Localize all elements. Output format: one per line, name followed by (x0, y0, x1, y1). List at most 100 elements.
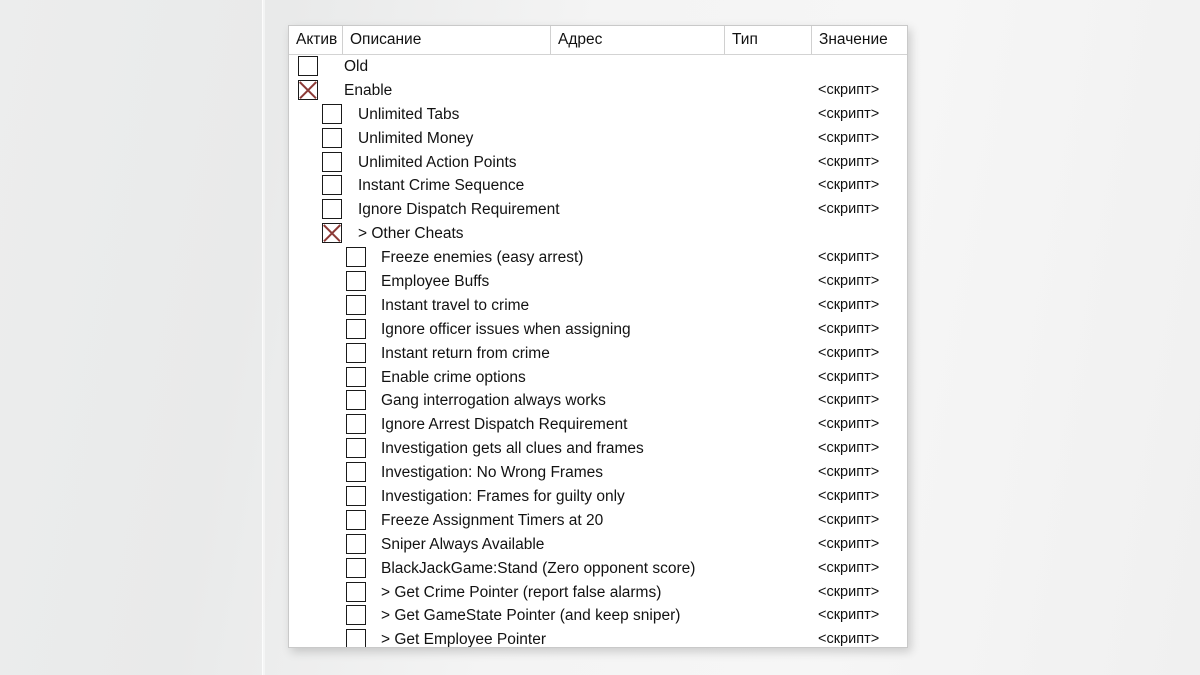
row-checkbox-cell[interactable] (346, 390, 366, 411)
table-row[interactable]: Unlimited Action Points <скрипт> (289, 151, 907, 175)
row-value: <скрипт> (818, 392, 880, 409)
table-row[interactable]: > Get Employee Pointer <скрипт> (289, 628, 907, 648)
row-value: <скрипт> (818, 631, 880, 648)
checkbox-unchecked-icon[interactable] (346, 342, 366, 363)
checkbox-unchecked-icon[interactable] (346, 581, 366, 602)
table-row[interactable]: Ignore officer issues when assigning <скр… (289, 318, 907, 342)
checkbox-unchecked-icon[interactable] (346, 247, 366, 268)
table-row[interactable]: Sniper Always Available <скрипт> (289, 533, 907, 557)
table-row[interactable]: Enable <скрипт> (289, 79, 907, 103)
row-checkbox-cell[interactable] (322, 199, 342, 220)
checkbox-unchecked-icon[interactable] (346, 533, 366, 554)
column-header-type[interactable]: Тип (724, 26, 811, 54)
row-checkbox-cell[interactable] (322, 175, 342, 196)
checkbox-unchecked-icon[interactable] (346, 414, 366, 435)
table-row[interactable]: Employee Buffs <скрипт> (289, 270, 907, 294)
row-checkbox-cell[interactable] (322, 103, 342, 124)
checkbox-unchecked-icon[interactable] (346, 462, 366, 483)
row-value: <скрипт> (818, 583, 880, 600)
table-row[interactable]: Investigation: Frames for guilty only <ск… (289, 485, 907, 509)
row-checkbox-cell[interactable] (346, 294, 366, 315)
checkbox-unchecked-icon[interactable] (346, 390, 366, 411)
checkbox-unchecked-icon[interactable] (346, 629, 366, 647)
cheat-entry-list: Old Enable <скрипт> Unlimited Tabs <скрипт> U… (289, 55, 907, 648)
checkbox-checked-icon[interactable] (298, 79, 318, 100)
row-description: Instant travel to crime (381, 296, 530, 314)
row-checkbox-cell[interactable] (346, 318, 366, 339)
checkbox-checked-icon[interactable] (322, 223, 342, 244)
checkbox-unchecked-icon[interactable] (346, 366, 366, 387)
row-checkbox-cell[interactable] (322, 223, 342, 244)
row-checkbox-cell[interactable] (346, 557, 366, 578)
checkbox-unchecked-icon[interactable] (346, 486, 366, 507)
row-checkbox-cell[interactable] (346, 533, 366, 554)
row-value: <скрипт> (818, 153, 880, 170)
row-checkbox-cell[interactable] (346, 414, 366, 435)
table-row[interactable]: Instant return from crime <скрипт> (289, 342, 907, 366)
row-checkbox-cell[interactable] (346, 629, 366, 647)
table-row[interactable]: Investigation gets all clues and frames <… (289, 437, 907, 461)
table-row[interactable]: Freeze Assignment Timers at 20 <скрипт> (289, 509, 907, 533)
checkbox-unchecked-icon[interactable] (346, 509, 366, 530)
table-row[interactable]: Unlimited Money <скрипт> (289, 127, 907, 151)
row-checkbox-cell[interactable] (322, 127, 342, 148)
row-description: Old (344, 58, 369, 75)
row-value: <скрипт> (818, 511, 880, 528)
row-value: <скрипт> (818, 607, 880, 624)
row-checkbox-cell[interactable] (346, 462, 366, 483)
table-row[interactable]: Investigation: No Wrong Frames <скрипт> (289, 461, 907, 485)
checkbox-unchecked-icon[interactable] (346, 294, 366, 315)
row-description: Ignore Dispatch Requirement (358, 201, 560, 219)
row-description: Enable (344, 81, 393, 99)
table-row[interactable]: Instant travel to crime <скрипт> (289, 294, 907, 318)
checkbox-unchecked-icon[interactable] (322, 151, 342, 172)
column-header-value[interactable]: Значение (811, 26, 907, 54)
row-value: <скрипт> (818, 296, 880, 313)
table-row[interactable]: Old (289, 55, 907, 79)
checkbox-unchecked-icon[interactable] (322, 199, 342, 220)
checkbox-unchecked-icon[interactable] (346, 557, 366, 578)
row-checkbox-cell[interactable] (346, 438, 366, 459)
row-description: Ignore Arrest Dispatch Requirement (381, 416, 628, 434)
checkbox-unchecked-icon[interactable] (322, 127, 342, 148)
table-row[interactable]: > Other Cheats (289, 222, 907, 246)
checkbox-unchecked-icon[interactable] (346, 271, 366, 292)
checkbox-unchecked-icon[interactable] (346, 438, 366, 459)
row-checkbox-cell[interactable] (298, 79, 318, 100)
table-row[interactable]: Gang interrogation always works <скрипт> (289, 389, 907, 413)
row-checkbox-cell[interactable] (346, 271, 366, 292)
column-header-address[interactable]: Адрес (550, 26, 724, 54)
table-header-row: Актив Описание Адрес Тип Значение (289, 26, 907, 55)
row-value: <скрипт> (818, 320, 880, 337)
table-row[interactable]: Ignore Arrest Dispatch Requirement <скрип… (289, 413, 907, 437)
column-header-description[interactable]: Описание (342, 26, 550, 54)
table-row[interactable]: Ignore Dispatch Requirement <скрипт> (289, 198, 907, 222)
row-checkbox-cell[interactable] (346, 366, 366, 387)
row-description: Enable crime options (381, 368, 526, 386)
table-row[interactable]: > Get Crime Pointer (report false alarms… (289, 581, 907, 605)
backdrop-seam-highlight (263, 0, 265, 675)
table-row[interactable]: Enable crime options <скрипт> (289, 366, 907, 390)
checkbox-unchecked-icon[interactable] (346, 318, 366, 339)
row-checkbox-cell[interactable] (346, 342, 366, 363)
row-value: <скрипт> (818, 81, 880, 98)
row-description: Gang interrogation always works (381, 392, 606, 410)
row-checkbox-cell[interactable] (346, 247, 366, 268)
table-row[interactable]: Unlimited Tabs <скрипт> (289, 103, 907, 127)
table-row[interactable]: > Get GameState Pointer (and keep sniper… (289, 604, 907, 628)
table-row[interactable]: Freeze enemies (easy arrest) <скрипт> (289, 246, 907, 270)
checkbox-unchecked-icon[interactable] (346, 605, 366, 626)
row-checkbox-cell[interactable] (346, 605, 366, 626)
checkbox-unchecked-icon[interactable] (322, 103, 342, 124)
row-checkbox-cell[interactable] (298, 56, 318, 76)
checkbox-unchecked-icon[interactable] (322, 175, 342, 196)
row-description: Employee Buffs (381, 273, 490, 291)
table-row[interactable]: Instant Crime Sequence <скрипт> (289, 174, 907, 198)
checkbox-unchecked-icon[interactable] (298, 56, 318, 76)
column-header-active[interactable]: Актив (289, 26, 342, 54)
row-checkbox-cell[interactable] (346, 509, 366, 530)
table-row[interactable]: BlackJackGame:Stand (Zero opponent score… (289, 557, 907, 581)
row-checkbox-cell[interactable] (346, 486, 366, 507)
row-checkbox-cell[interactable] (322, 151, 342, 172)
row-checkbox-cell[interactable] (346, 581, 366, 602)
